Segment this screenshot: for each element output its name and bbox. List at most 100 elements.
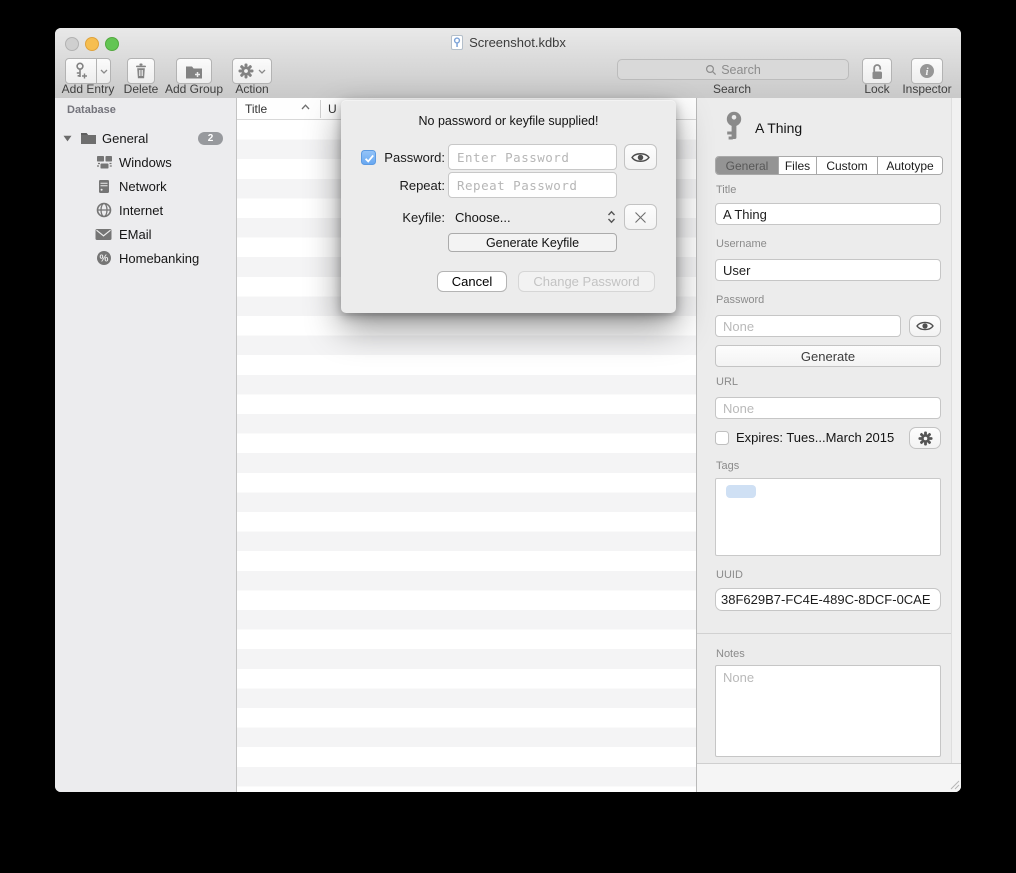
add-group-button[interactable] (176, 58, 212, 84)
dialog-reveal-password-button[interactable] (624, 144, 657, 170)
dialog-message: No password or keyfile supplied! (341, 114, 676, 128)
expires-checkbox[interactable] (715, 431, 729, 445)
keyfile-popup-value: Choose... (455, 210, 511, 225)
chevron-down-icon (258, 69, 266, 74)
entry-count-badge: 2 (198, 132, 223, 145)
info-icon: i (919, 63, 935, 79)
generate-keyfile-button[interactable]: Generate Keyfile (448, 233, 617, 252)
tab-autotype[interactable]: Autotype (878, 157, 942, 174)
password-field-label: Password (716, 294, 764, 306)
gear-icon (238, 63, 254, 79)
tag-pill[interactable] (726, 485, 756, 498)
sidebar-item-homebanking[interactable]: % Homebanking (55, 246, 237, 270)
sidebar-item-email[interactable]: EMail (55, 222, 237, 246)
close-x-icon (634, 211, 647, 224)
add-entry-label: Add Entry (62, 82, 115, 96)
tab-general[interactable]: General (716, 157, 779, 174)
lock-label: Lock (864, 82, 889, 96)
tags-box[interactable] (715, 478, 941, 556)
inspector-tabs: General Files Custom Autotype (715, 156, 943, 175)
inspector-button[interactable]: i (911, 58, 943, 84)
inspector-panel: A Thing General Files Custom Autotype Ti… (696, 98, 961, 792)
search-input[interactable]: Search (617, 59, 849, 80)
chevron-down-icon (100, 69, 108, 74)
username-field[interactable] (715, 259, 941, 281)
sidebar-item-label: Windows (119, 155, 172, 170)
dialog-keyfile-label: Keyfile: (345, 210, 445, 225)
add-entry-dropdown[interactable] (96, 58, 111, 84)
uuid-field[interactable] (715, 588, 941, 611)
delete-button[interactable] (127, 58, 155, 84)
title-field[interactable] (715, 203, 941, 225)
globe-icon (96, 202, 112, 218)
key-plus-icon (73, 62, 89, 80)
column-header-title[interactable]: Title (245, 102, 267, 116)
window-chrome: Screenshot.kdbx Add Entry Delete (55, 28, 961, 99)
sidebar-item-label: EMail (119, 227, 152, 242)
notes-field[interactable] (715, 665, 941, 757)
password-field[interactable] (715, 315, 901, 337)
column-divider[interactable] (320, 100, 321, 118)
expires-settings-button[interactable] (909, 427, 941, 449)
keyfile-popup[interactable]: Choose... (455, 204, 617, 230)
action-button[interactable] (232, 58, 272, 84)
server-icon (97, 179, 111, 194)
change-password-dialog: No password or keyfile supplied! Passwor… (341, 100, 676, 313)
change-password-button[interactable]: Change Password (518, 271, 655, 292)
dialog-password-input[interactable] (448, 144, 617, 170)
notes-divider (697, 633, 961, 634)
sidebar-item-label: General (102, 131, 148, 146)
stepper-icon (606, 210, 617, 224)
trash-icon (134, 63, 148, 79)
reveal-password-button[interactable] (909, 315, 941, 337)
gear-icon (918, 431, 933, 446)
svg-text:%: % (100, 254, 109, 265)
expires-label: Expires: Tues...March 2015 (736, 430, 894, 445)
inspector-label: Inspector (902, 82, 951, 96)
tab-custom[interactable]: Custom (817, 157, 878, 174)
eye-icon (631, 151, 650, 164)
dialog-repeat-label: Repeat: (345, 178, 445, 193)
sidebar-item-general[interactable]: General 2 (55, 126, 237, 150)
sidebar-item-label: Homebanking (119, 251, 199, 266)
cancel-button[interactable]: Cancel (437, 271, 507, 292)
generate-password-button[interactable]: Generate (715, 345, 941, 367)
eye-icon (916, 320, 934, 332)
screenshot-canvas: Screenshot.kdbx Add Entry Delete (0, 0, 1016, 873)
lock-open-icon (869, 63, 885, 80)
resize-grip[interactable] (949, 779, 960, 790)
sidebar-item-network[interactable]: Network (55, 174, 237, 198)
lock-button[interactable] (862, 58, 892, 84)
url-field-label: URL (716, 376, 738, 388)
search-label: Search (713, 82, 751, 96)
uuid-field-label: UUID (716, 569, 743, 581)
folder-icon (80, 131, 97, 145)
sort-ascending-icon (301, 104, 310, 110)
add-entry-button[interactable] (65, 58, 97, 84)
percent-circle-icon: % (96, 250, 112, 266)
notes-field-label: Notes (716, 648, 745, 660)
tab-files[interactable]: Files (779, 157, 817, 174)
window-title-area: Screenshot.kdbx (55, 28, 961, 56)
group-sidebar: Database General 2 Windows (55, 98, 237, 792)
search-placeholder: Search (721, 63, 761, 77)
inspector-footer (697, 763, 961, 792)
sidebar-item-label: Network (119, 179, 167, 194)
add-group-label: Add Group (165, 82, 223, 96)
tags-field-label: Tags (716, 460, 739, 472)
dialog-password-label: Password: (345, 150, 445, 165)
folder-plus-icon (185, 64, 203, 79)
clear-keyfile-button[interactable] (624, 204, 657, 230)
inspector-scrollbar-track[interactable] (951, 98, 961, 763)
title-field-label: Title (716, 184, 736, 196)
dialog-repeat-input[interactable] (448, 172, 617, 198)
url-field[interactable] (715, 397, 941, 419)
disclosure-triangle-icon[interactable] (63, 135, 72, 142)
window-title: Screenshot.kdbx (469, 35, 566, 50)
action-label: Action (235, 82, 268, 96)
sidebar-item-windows[interactable]: Windows (55, 150, 237, 174)
column-header-username[interactable]: U (328, 102, 337, 116)
sidebar-item-internet[interactable]: Internet (55, 198, 237, 222)
entry-title: A Thing (755, 120, 802, 136)
document-proxy-icon (450, 35, 464, 50)
